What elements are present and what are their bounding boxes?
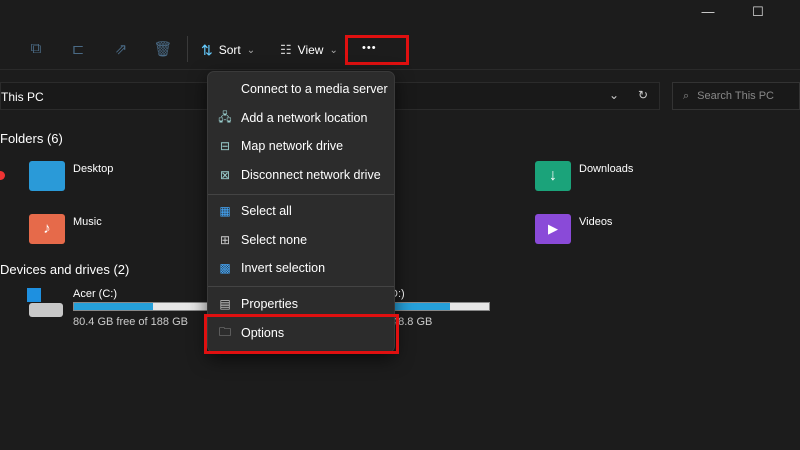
menu-label: Map network drive <box>241 139 344 153</box>
delete-icon[interactable]: 🗑 <box>153 40 173 60</box>
drive-c-free: 80.4 GB free of 188 GB <box>73 316 188 328</box>
properties-icon: ▤ <box>219 297 231 311</box>
share-icon[interactable]: ⇗ <box>111 40 131 60</box>
menu-label: Add a network location <box>241 111 368 125</box>
desktop-folder-icon[interactable] <box>29 161 65 191</box>
view-label: View <box>297 43 324 57</box>
select-all-icon: ▦ <box>219 204 231 218</box>
menu-separator <box>208 286 394 287</box>
view-icon: ☷ <box>280 42 292 57</box>
drive-d-usage-bar <box>380 302 490 311</box>
drive-c-name[interactable]: Acer (C:) <box>73 288 117 300</box>
map-drive-icon: ⊟ <box>219 139 231 153</box>
chevron-down-icon[interactable]: ⌄ <box>609 88 619 102</box>
sort-label: Sort <box>218 43 241 57</box>
menu-connect-media-server[interactable]: Connect to a media server <box>208 76 394 102</box>
address-path: This PC <box>1 90 44 104</box>
minimize-button[interactable]: — <box>698 4 718 20</box>
search-icon: ⌕ <box>683 89 690 102</box>
folder-downloads[interactable]: Downloads <box>579 163 633 175</box>
network-location-icon: 🖧 <box>218 109 232 124</box>
select-none-icon: ⊞ <box>219 233 231 247</box>
rename-icon[interactable]: ⊏ <box>68 40 88 60</box>
folder-desktop[interactable]: Desktop <box>73 163 113 175</box>
error-badge-icon <box>0 171 5 180</box>
folders-header[interactable]: Folders (6) <box>0 131 63 146</box>
music-folder-icon[interactable]: ♪ <box>29 214 65 244</box>
menu-add-network-location[interactable]: 🖧 Add a network location <box>208 105 394 131</box>
disconnect-drive-icon: ⊠ <box>219 168 231 182</box>
more-options-menu: Connect to a media server 🖧 Add a network… <box>207 71 395 353</box>
drive-c-usage-bar <box>73 302 213 311</box>
search-input[interactable]: ⌕ Search This PC <box>672 82 800 110</box>
windows-logo-icon <box>27 288 41 302</box>
options-highlight <box>204 314 399 354</box>
more-options-button[interactable]: ••• <box>362 42 377 54</box>
devices-header[interactable]: Devices and drives (2) <box>0 262 129 277</box>
menu-disconnect-network-drive[interactable]: ⊠ Disconnect network drive <box>208 162 394 188</box>
refresh-icon[interactable]: ↻ <box>638 88 648 102</box>
maximize-button[interactable]: ☐ <box>748 4 768 20</box>
view-button[interactable]: ☷ View ⌄ <box>280 38 338 62</box>
title-bar <box>0 0 800 30</box>
videos-folder-icon[interactable]: ▶ <box>535 214 571 244</box>
downloads-folder-icon[interactable]: ↓ <box>535 161 571 191</box>
menu-separator <box>208 194 394 195</box>
copy-icon[interactable]: ⧉ <box>26 40 46 60</box>
menu-invert-selection[interactable]: ▩ Invert selection <box>208 255 394 281</box>
drive-c-usage-fill <box>74 303 153 310</box>
folder-music[interactable]: Music <box>73 216 102 228</box>
chevron-down-icon: ⌄ <box>329 44 338 56</box>
toolbar-separator <box>187 36 188 62</box>
menu-label: Select all <box>241 204 292 218</box>
menu-select-none[interactable]: ⊞ Select none <box>208 227 394 253</box>
menu-label: Properties <box>241 297 298 311</box>
menu-label: Invert selection <box>241 261 326 275</box>
search-placeholder: Search This PC <box>697 90 774 102</box>
menu-label: Connect to a media server <box>241 82 388 96</box>
menu-label: Disconnect network drive <box>241 168 381 182</box>
sort-icon: ⇅ <box>201 41 213 58</box>
menu-label: Select none <box>241 233 308 247</box>
menu-select-all[interactable]: ▦ Select all <box>208 198 394 224</box>
drive-icon[interactable] <box>29 303 63 317</box>
more-highlight <box>345 35 409 65</box>
invert-selection-icon: ▩ <box>219 261 231 275</box>
sort-button[interactable]: ⇅ Sort ⌄ <box>201 38 255 62</box>
chevron-down-icon: ⌄ <box>246 44 256 56</box>
folder-videos[interactable]: Videos <box>579 216 612 228</box>
menu-map-network-drive[interactable]: ⊟ Map network drive <box>208 133 394 159</box>
